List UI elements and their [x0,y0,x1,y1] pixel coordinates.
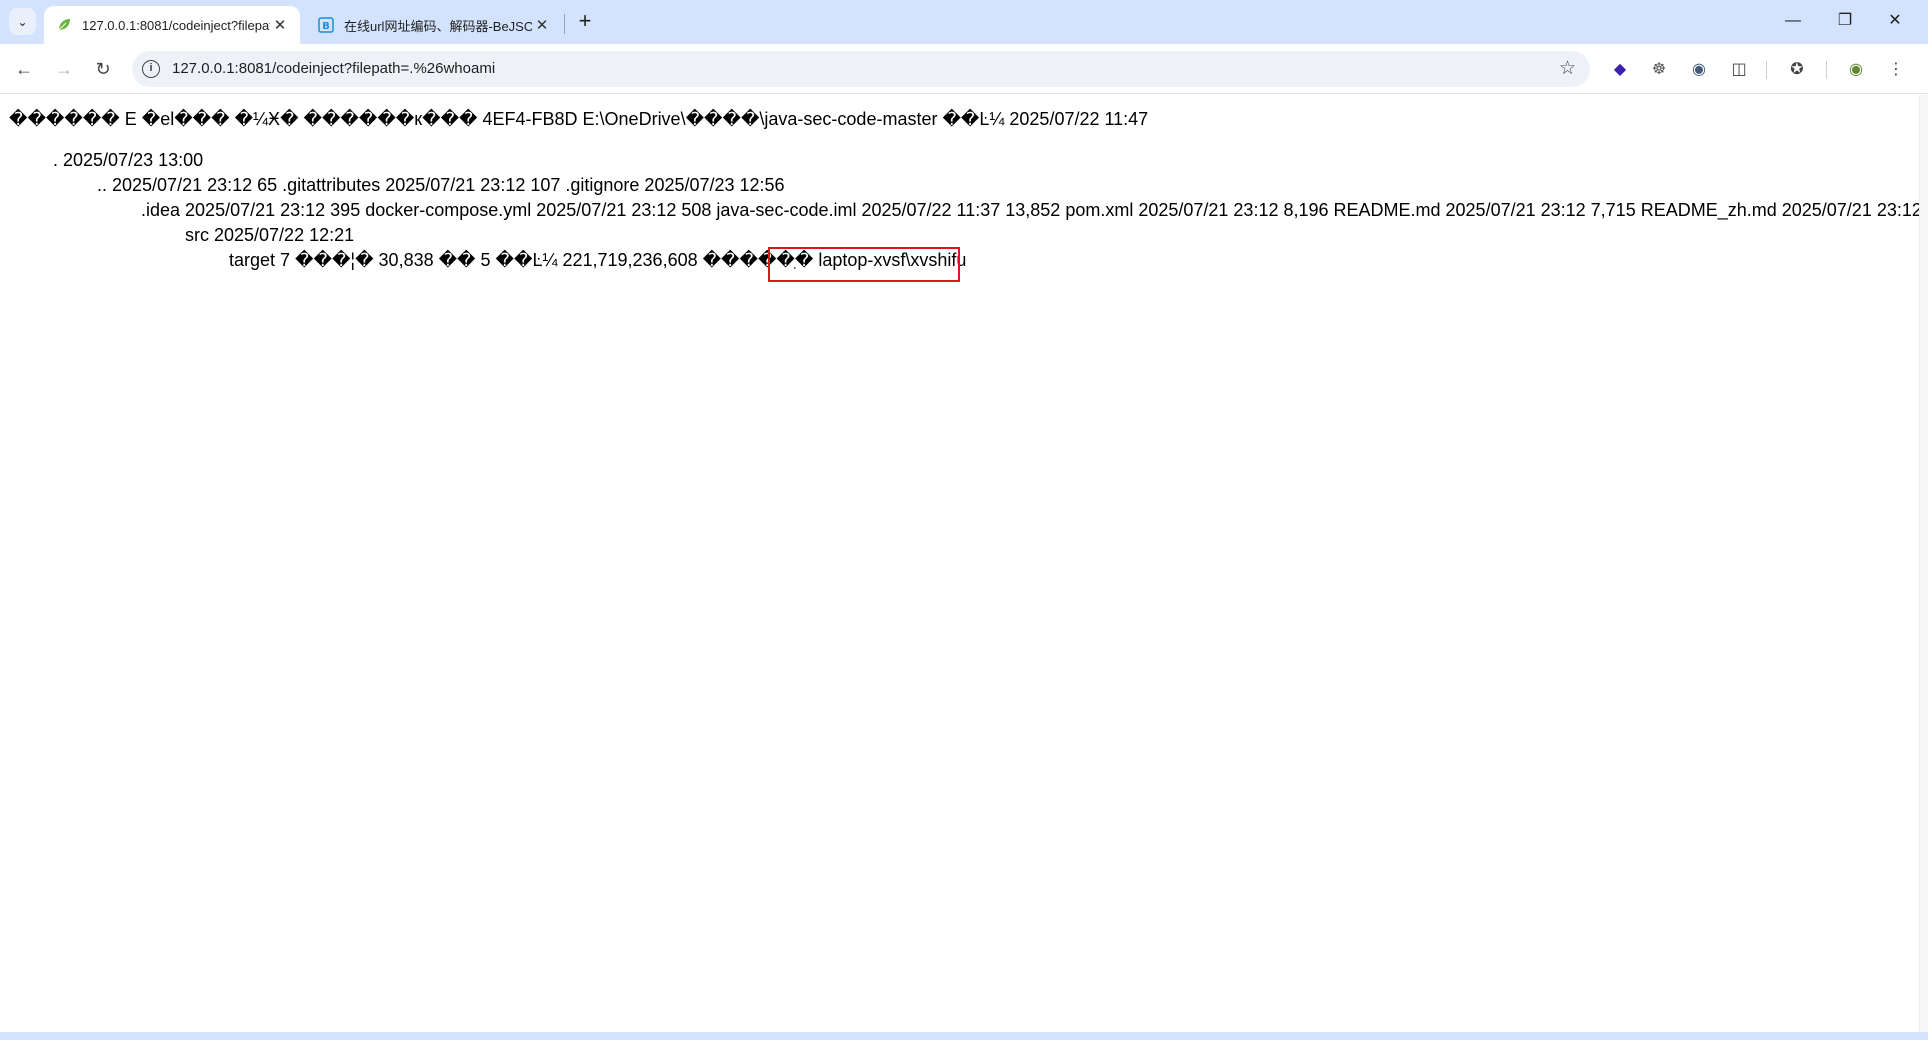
tab-separator [564,14,565,34]
restore-button[interactable]: ❐ [1822,6,1868,36]
toolbar-separator [1826,61,1827,79]
close-tab-icon[interactable]: ✕ [532,16,552,34]
site-info-icon[interactable]: i [142,60,160,78]
dir-header-line: ������ E �el��� �¼Ӿ� ������к��� 4EF4-FB8… [9,109,1149,129]
window-bottom-edge [0,1032,1928,1040]
reload-button[interactable]: ↻ [89,55,117,83]
address-bar[interactable]: i 127.0.0.1:8081/codeinject?filepath=.%2… [132,51,1590,87]
svg-text:B: B [322,21,330,32]
bookmark-star-icon[interactable]: ☆ [1559,57,1576,80]
tab-codeinject[interactable]: 127.0.0.1:8081/codeinject?filepath=.%26w… [44,6,300,44]
new-tab-button[interactable]: + [573,9,597,33]
spring-leaf-icon [58,19,70,31]
dir-line-dotdot: .. 2025/07/21 23:12 65 .gitattributes 20… [97,175,785,195]
browser-toolbar: ← → ↻ i 127.0.0.1:8081/codeinject?filepa… [0,44,1928,94]
forward-button[interactable]: → [50,55,78,83]
extension-cube-icon[interactable]: ◆ [1609,59,1631,81]
toolbar-separator [1766,61,1767,79]
extensions-puzzle-icon[interactable]: ◫ [1728,59,1750,81]
menu-kebab-icon[interactable]: ⋮ [1885,59,1907,81]
page-content: ������ E �el��� �¼Ӿ� ������к��� 4EF4-FB8… [0,95,1922,1032]
tab-strip: ⌄ 127.0.0.1:8081/codeinject?filepath=.%2… [0,0,1928,44]
tab-search-button[interactable]: ⌄ [9,8,36,35]
dir-line-src: src 2025/07/22 12:21 [185,225,355,245]
extension-circle-icon[interactable]: ◉ [1688,59,1710,81]
avatar[interactable]: ◉ [1845,59,1867,81]
tab-title: 在线url网址编码、解码器-BeJSON.com [344,18,532,34]
bejson-icon: B [318,17,334,33]
highlight-annotation-box [768,247,960,282]
minimize-button[interactable]: — [1770,6,1816,36]
address-url[interactable]: 127.0.0.1:8081/codeinject?filepath=.%26w… [172,51,495,87]
vertical-scrollbar[interactable] [1919,95,1928,1032]
tab-title: 127.0.0.1:8081/codeinject?filepath=.%26w… [82,17,270,33]
bookmarks-star-icon[interactable]: ✪ [1786,59,1808,81]
close-tab-icon[interactable]: ✕ [270,16,290,34]
chevron-down-icon: ⌄ [17,14,28,29]
dir-line-dot: . 2025/07/23 13:00 [53,150,204,170]
extension-bug-icon[interactable]: ☸ [1648,59,1670,81]
dir-line-idea: .idea 2025/07/21 23:12 395 docker-compos… [141,200,1922,220]
back-button[interactable]: ← [10,55,38,83]
tab-bejson[interactable]: B 在线url网址编码、解码器-BeJSON.com ✕ [306,6,562,44]
close-window-button[interactable]: ✕ [1872,6,1918,36]
